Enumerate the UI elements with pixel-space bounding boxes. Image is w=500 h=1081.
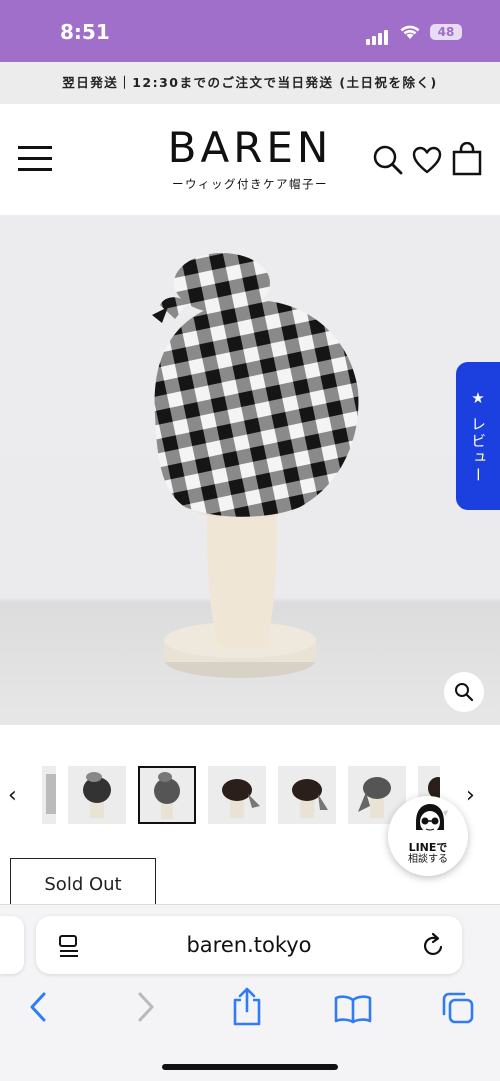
product-thumbnail[interactable] <box>42 766 56 824</box>
status-bar: 8:51 48 <box>0 0 500 62</box>
battery-indicator: 48 <box>430 24 462 40</box>
zoom-icon <box>455 683 474 702</box>
heart-icon[interactable] <box>412 146 442 174</box>
bag-icon[interactable] <box>452 142 482 176</box>
logo-tagline: ーウィッグ付きケア帽子ー <box>172 177 328 191</box>
zoom-button[interactable] <box>444 672 484 712</box>
product-photo <box>152 253 359 678</box>
product-image[interactable] <box>0 215 500 725</box>
line-chat-sublabel: 相談する <box>408 854 448 865</box>
line-chat-label: LINEで <box>408 841 448 854</box>
product-thumbnail[interactable] <box>278 766 336 824</box>
tabs-icon[interactable] <box>440 990 476 1026</box>
share-icon[interactable] <box>230 986 264 1026</box>
site-header: BAREN ーウィッグ付きケア帽子ー <box>0 104 500 214</box>
search-icon[interactable] <box>372 144 404 176</box>
cellular-signal-icon <box>366 26 390 45</box>
product-thumbnail[interactable] <box>68 766 126 824</box>
product-thumbnail[interactable] <box>208 766 266 824</box>
chevron-right-icon[interactable]: › <box>466 783 475 808</box>
shipping-notice: 翌日発送｜12:30までのご注文で当日発送 (土日祝を除く) <box>0 62 500 104</box>
reload-icon[interactable] <box>422 932 446 958</box>
site-logo[interactable]: BAREN ーウィッグ付きケア帽子ー <box>150 124 350 192</box>
product-thumbnail-selected[interactable] <box>138 766 196 824</box>
line-chat-button[interactable]: LINEで 相談する <box>388 796 468 876</box>
review-tab-label: ★ レビュー <box>469 388 487 484</box>
back-icon[interactable] <box>26 990 50 1024</box>
previous-tab-card[interactable] <box>0 916 24 974</box>
menu-icon[interactable] <box>18 146 52 172</box>
logo-name: BAREN <box>167 123 333 172</box>
home-indicator <box>162 1064 338 1070</box>
sold-out-button[interactable]: Sold Out <box>10 858 156 910</box>
wifi-icon <box>400 25 420 39</box>
forward-icon[interactable] <box>134 990 158 1024</box>
review-tab[interactable]: ★ レビュー <box>456 362 500 510</box>
status-time: 8:51 <box>60 20 110 44</box>
avatar-icon <box>416 804 448 833</box>
bookmarks-icon[interactable] <box>334 994 372 1024</box>
address-bar[interactable]: baren.tokyo <box>36 916 462 974</box>
chevron-left-icon[interactable]: ‹ <box>8 783 17 808</box>
url-text: baren.tokyo <box>186 933 312 957</box>
